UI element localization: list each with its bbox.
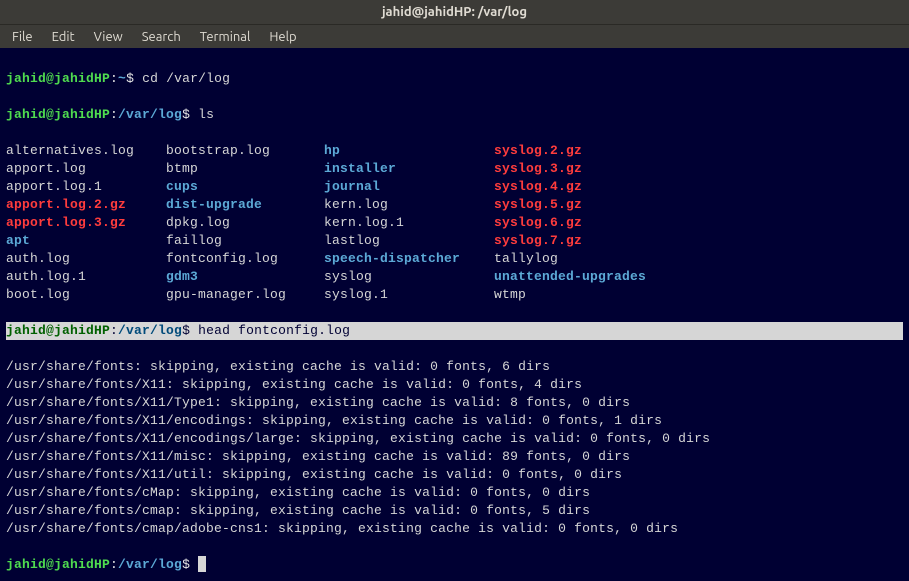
output-line: /usr/share/fonts/X11: skipping, existing… [6,376,903,394]
ls-entry: syslog.2.gz [494,142,694,160]
output-line: /usr/share/fonts/cmap/adobe-cns1: skippi… [6,520,903,538]
output-line: /usr/share/fonts/X11/util: skipping, exi… [6,466,903,484]
ls-row: auth.log.1gdm3syslogunattended-upgrades [6,268,903,286]
ls-entry: apport.log.3.gz [6,214,166,232]
ls-entry: syslog.5.gz [494,196,694,214]
ls-entry: syslog.7.gz [494,232,694,250]
menu-search[interactable]: Search [134,25,189,49]
ls-entry: dist-upgrade [166,196,324,214]
ls-row: aptfailloglastlogsyslog.7.gz [6,232,903,250]
ls-entry: unattended-upgrades [494,268,694,286]
ls-entry: dpkg.log [166,214,324,232]
ls-entry: gpu-manager.log [166,286,324,304]
prompt-line-current: jahid@jahidHP:/var/log$ [6,556,903,574]
ls-entry: installer [324,160,494,178]
prompt-line-highlight: jahid@jahidHP:/var/log$ head fontconfig.… [6,322,903,340]
output-line: /usr/share/fonts/X11/encodings/large: sk… [6,430,903,448]
prompt-path: ~ [118,71,126,86]
ls-row: apport.logbtmpinstallersyslog.3.gz [6,160,903,178]
window-titlebar: jahid@jahidHP: /var/log [0,0,909,24]
ls-entry: speech-dispatcher [324,250,494,268]
ls-entry: alternatives.log [6,142,166,160]
menu-terminal[interactable]: Terminal [192,25,259,49]
cursor [198,556,206,572]
prompt-user: jahid@jahidHP [6,71,110,86]
prompt-line: jahid@jahidHP:/var/log$ ls [6,106,903,124]
ls-entry: apport.log [6,160,166,178]
ls-entry: cups [166,178,324,196]
ls-entry: tallylog [494,250,694,268]
ls-entry: journal [324,178,494,196]
ls-row: boot.loggpu-manager.logsyslog.1wtmp [6,286,903,304]
ls-entry: auth.log.1 [6,268,166,286]
ls-entry: btmp [166,160,324,178]
output-line: /usr/share/fonts/X11/Type1: skipping, ex… [6,394,903,412]
ls-row: alternatives.logbootstrap.loghpsyslog.2.… [6,142,903,160]
ls-entry: syslog [324,268,494,286]
ls-row: auth.logfontconfig.logspeech-dispatchert… [6,250,903,268]
output-line: /usr/share/fonts: skipping, existing cac… [6,358,903,376]
ls-entry: syslog.1 [324,286,494,304]
ls-row: apport.log.2.gzdist-upgradekern.logsyslo… [6,196,903,214]
ls-entry: auth.log [6,250,166,268]
prompt-line: jahid@jahidHP:~$ cd /var/log [6,70,903,88]
terminal-area[interactable]: jahid@jahidHP:~$ cd /var/log jahid@jahid… [0,48,909,581]
ls-entry: kern.log.1 [324,214,494,232]
output-line: /usr/share/fonts/X11/misc: skipping, exi… [6,448,903,466]
ls-row: apport.log.3.gzdpkg.logkern.log.1syslog.… [6,214,903,232]
ls-row: apport.log.1cupsjournalsyslog.4.gz [6,178,903,196]
ls-entry: wtmp [494,286,694,304]
ls-entry: hp [324,142,494,160]
ls-output: alternatives.logbootstrap.loghpsyslog.2.… [6,142,903,304]
output-line: /usr/share/fonts/cmap: skipping, existin… [6,502,903,520]
output-line: /usr/share/fonts/X11/encodings: skipping… [6,412,903,430]
ls-entry: apt [6,232,166,250]
menu-file[interactable]: File [4,25,41,49]
menu-edit[interactable]: Edit [44,25,83,49]
menu-bar: File Edit View Search Terminal Help [0,24,909,48]
head-output: /usr/share/fonts: skipping, existing cac… [6,358,903,538]
ls-entry: apport.log.2.gz [6,196,166,214]
ls-entry: syslog.6.gz [494,214,694,232]
ls-entry: syslog.4.gz [494,178,694,196]
command-head: head fontconfig.log [198,323,350,338]
ls-entry: kern.log [324,196,494,214]
ls-entry: apport.log.1 [6,178,166,196]
menu-view[interactable]: View [86,25,131,49]
command-ls: ls [198,107,214,122]
menu-help[interactable]: Help [261,25,304,49]
ls-entry: faillog [166,232,324,250]
ls-entry: bootstrap.log [166,142,324,160]
ls-entry: fontconfig.log [166,250,324,268]
ls-entry: gdm3 [166,268,324,286]
command-cd: cd /var/log [142,71,230,86]
output-line: /usr/share/fonts/cMap: skipping, existin… [6,484,903,502]
ls-entry: boot.log [6,286,166,304]
ls-entry: lastlog [324,232,494,250]
ls-entry: syslog.3.gz [494,160,694,178]
